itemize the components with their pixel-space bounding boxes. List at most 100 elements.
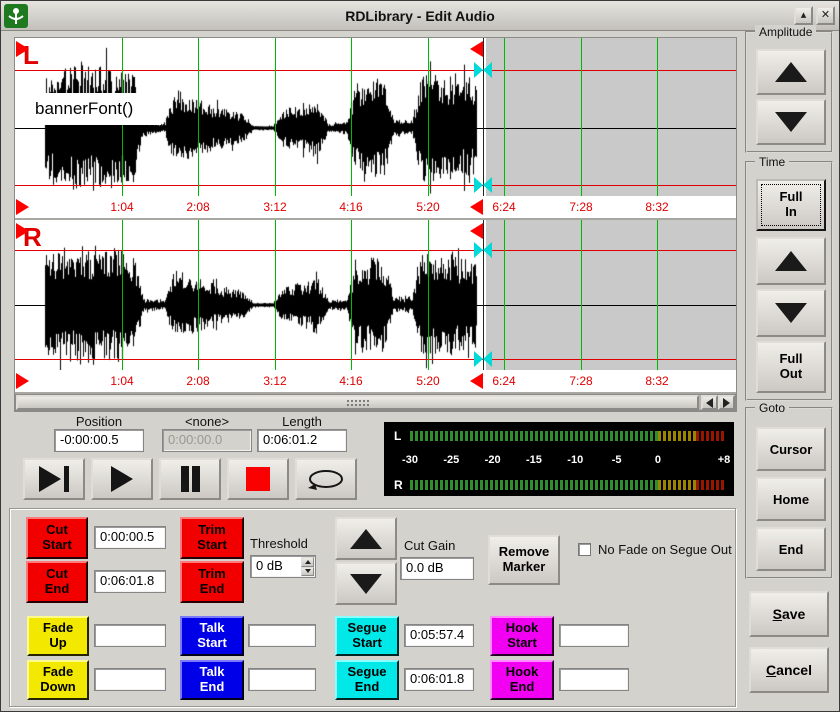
cut-end-field[interactable]: 0:06:01.8 <box>94 570 166 593</box>
remove-marker-button[interactable]: RemoveMarker <box>488 535 560 585</box>
segue-start-button[interactable]: SegueStart <box>335 616 399 656</box>
fade-up-button[interactable]: FadeUp <box>27 616 89 656</box>
talk-end-field[interactable] <box>248 668 316 691</box>
segue-marker[interactable] <box>474 242 492 258</box>
amplitude-ref-line-top <box>15 250 736 251</box>
shade-icon: ▴ <box>801 9 807 21</box>
zoom-in-button[interactable] <box>756 237 826 285</box>
up-arrow-icon <box>775 62 807 82</box>
meter-scale-label: -10 <box>567 454 583 466</box>
loop-button[interactable] <box>295 458 357 500</box>
play-from-start-bar-icon <box>64 466 69 492</box>
hook-end-field[interactable] <box>559 668 629 691</box>
time-gridline <box>657 220 658 370</box>
fade-down-field[interactable] <box>94 668 166 691</box>
cut-start-button[interactable]: CutStart <box>26 517 88 559</box>
amplitude-ref-line-bottom <box>15 359 736 360</box>
talk-end-button[interactable]: TalkEnd <box>180 660 244 700</box>
cut-start-field[interactable]: 0:00:00.5 <box>94 526 166 549</box>
ruler-end-marker[interactable] <box>470 199 483 215</box>
scrollbar-thumb[interactable] <box>16 395 699 410</box>
fade-down-button[interactable]: FadeDown <box>27 660 89 700</box>
hook-start-button[interactable]: HookStart <box>490 616 554 656</box>
time-tick-label: 3:12 <box>263 200 286 214</box>
threshold-spinbox[interactable]: 0 dB <box>250 555 316 578</box>
waveform-panel-left[interactable]: 1:042:083:124:165:206:247:288:32 L banne… <box>15 38 736 218</box>
markers-panel: CutStart 0:00:00.5 CutEnd 0:06:01.8 Trim… <box>9 508 736 707</box>
scroll-left-button[interactable] <box>701 395 718 410</box>
ruler-start-marker[interactable] <box>16 199 29 215</box>
close-button[interactable]: ✕ <box>816 6 835 25</box>
cut-gain-down-button[interactable] <box>335 562 397 605</box>
time-tick-label: 4:16 <box>339 374 362 388</box>
meter-scale-label: 0 <box>655 454 661 466</box>
ruler-end-marker[interactable] <box>470 373 483 389</box>
up-arrow-icon <box>350 529 382 549</box>
zoom-out-button[interactable] <box>756 289 826 337</box>
amplitude-down-button[interactable] <box>756 99 826 145</box>
no-fade-checkbox[interactable] <box>578 543 591 556</box>
save-button[interactable]: Save <box>749 591 829 637</box>
play-button[interactable] <box>91 458 153 500</box>
time-gridline <box>581 220 582 370</box>
goto-cursor-button[interactable]: Cursor <box>756 427 826 471</box>
time-gridline <box>351 38 352 196</box>
play-icon <box>111 466 133 492</box>
time-tick-label: 2:08 <box>186 200 209 214</box>
cut-end-marker[interactable] <box>470 41 483 57</box>
goto-end-button[interactable]: End <box>756 527 826 571</box>
segue-marker[interactable] <box>474 351 492 367</box>
segue-marker[interactable] <box>474 62 492 78</box>
segue-end-button[interactable]: SegueEnd <box>335 660 399 700</box>
meter-scale-label: -30 <box>402 454 418 466</box>
segue-marker[interactable] <box>474 177 492 193</box>
hook-end-button[interactable]: HookEnd <box>490 660 554 700</box>
position-field: -0:00:00.5 <box>54 429 144 452</box>
scrollbar-grip <box>346 399 370 408</box>
trim-end-button[interactable]: TrimEnd <box>180 561 244 603</box>
meter-scale-label: +8 <box>718 454 731 466</box>
amplitude-up-button[interactable] <box>756 49 826 95</box>
cancel-button[interactable]: Cancel <box>749 647 829 693</box>
ruler-start-marker[interactable] <box>16 373 29 389</box>
hook-start-field[interactable] <box>559 624 629 647</box>
meter-scale-label: -15 <box>526 454 542 466</box>
pause-button[interactable] <box>159 458 221 500</box>
threshold-spin-up[interactable] <box>301 557 314 567</box>
spin-up-icon <box>305 560 311 564</box>
zero-line <box>15 305 736 306</box>
segue-end-field[interactable]: 0:06:01.8 <box>404 668 474 691</box>
fade-up-field[interactable] <box>94 624 166 647</box>
cut-end-button[interactable]: CutEnd <box>26 561 88 603</box>
time-group: Time FullIn FullOut <box>745 161 833 401</box>
threshold-spin-down[interactable] <box>301 567 314 577</box>
play-from-start-button[interactable] <box>23 458 85 500</box>
horizontal-scrollbar[interactable] <box>15 394 736 411</box>
cut-start-marker[interactable] <box>16 223 29 239</box>
cut-end-marker[interactable] <box>470 223 483 239</box>
titlebar[interactable]: RDLibrary - Edit Audio ▴ ✕ <box>1 1 839 31</box>
full-out-button[interactable]: FullOut <box>756 341 826 393</box>
full-in-button[interactable]: FullIn <box>756 179 826 231</box>
overlap-field: 0:00:00.0 <box>162 429 252 452</box>
trim-start-button[interactable]: TrimStart <box>180 517 244 559</box>
talk-start-field[interactable] <box>248 624 316 647</box>
meter-scale: -30-25-20-15-10-50+8 <box>410 453 724 467</box>
talk-start-button[interactable]: TalkStart <box>180 616 244 656</box>
waveform-panel-right[interactable]: 1:042:083:124:165:206:247:288:32 R <box>15 220 736 392</box>
waveform-widget: 1:042:083:124:165:206:247:288:32 L banne… <box>14 37 737 412</box>
spin-down-icon <box>305 569 311 573</box>
stop-button[interactable] <box>227 458 289 500</box>
segue-start-field[interactable]: 0:05:57.4 <box>404 624 474 647</box>
cut-gain-field[interactable]: 0.0 dB <box>400 557 474 580</box>
meter-left-leds <box>410 431 724 441</box>
loop-icon <box>305 467 347 491</box>
cut-gain-up-button[interactable] <box>335 517 397 560</box>
time-tick-label: 6:24 <box>492 374 515 388</box>
shade-button[interactable]: ▴ <box>794 6 813 25</box>
time-tick-label: 2:08 <box>186 374 209 388</box>
amplitude-group-label: Amplitude <box>755 25 816 39</box>
cut-start-marker[interactable] <box>16 41 29 57</box>
scroll-right-button[interactable] <box>718 395 735 410</box>
goto-home-button[interactable]: Home <box>756 477 826 521</box>
